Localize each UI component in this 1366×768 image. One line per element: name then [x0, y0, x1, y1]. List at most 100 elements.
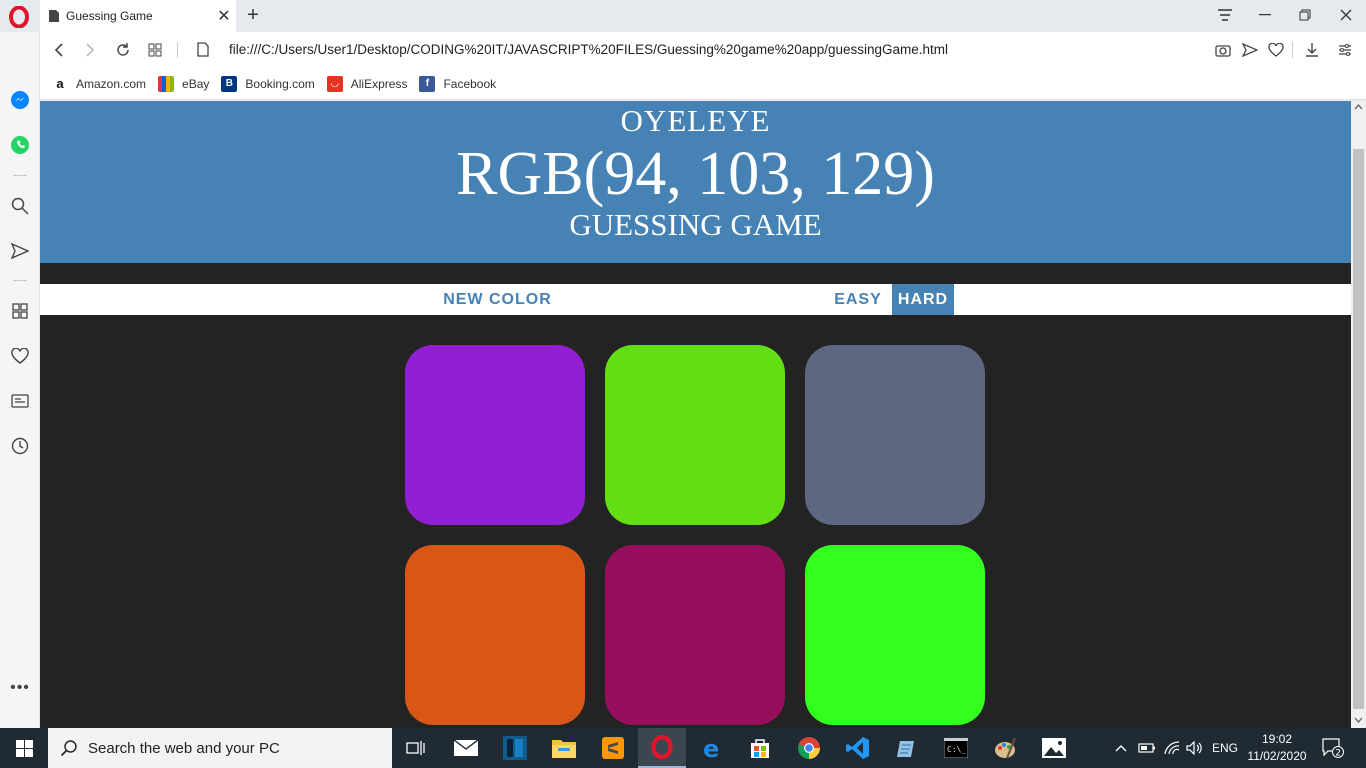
close-window-button[interactable] [1326, 0, 1366, 30]
bookmark-label: Facebook [443, 76, 497, 91]
scroll-down-icon[interactable] [1354, 717, 1363, 723]
bookmark-label: AliExpress [350, 76, 408, 91]
windows-taskbar: Search the web and your PC e C:\_ ENG 19… [0, 728, 1366, 768]
tab-title: Guessing Game [66, 9, 153, 23]
forward-button[interactable] [78, 38, 102, 62]
edge-icon[interactable]: e [688, 728, 736, 768]
url-field[interactable]: file:///C:/Users/User1/Desktop/CODING%20… [229, 42, 948, 57]
restore-button[interactable] [1285, 0, 1325, 30]
store-icon[interactable] [736, 728, 784, 768]
news-icon[interactable] [8, 389, 32, 413]
send-flow-icon[interactable] [8, 239, 32, 263]
color-square[interactable] [605, 545, 785, 725]
browser-sidebar: ••• [0, 32, 40, 728]
paint-icon[interactable] [981, 728, 1029, 768]
bookmark-booking[interactable]: B Booking.com [221, 75, 315, 92]
browser-tab[interactable]: Guessing Game ✕ [40, 0, 236, 32]
page-scrollbar[interactable] [1351, 101, 1366, 728]
notification-center-icon[interactable]: 2 [1322, 728, 1344, 768]
snapshot-icon[interactable] [1211, 38, 1235, 62]
search-placeholder: Search the web and your PC [88, 739, 280, 757]
start-button[interactable] [0, 728, 48, 768]
facebook-icon: f [419, 75, 436, 92]
color-square[interactable] [805, 345, 985, 525]
tab-strip: Guessing Game ✕ + [0, 0, 1366, 32]
wifi-icon[interactable] [1163, 728, 1181, 768]
color-square[interactable] [805, 545, 985, 725]
mail-app-icon[interactable] [442, 728, 490, 768]
new-color-button[interactable]: NEW COLOR [435, 284, 560, 315]
scroll-up-icon[interactable] [1354, 104, 1363, 110]
minimize-button[interactable] [1245, 0, 1285, 30]
bookmark-label: eBay [182, 76, 210, 91]
file-explorer-icon[interactable] [540, 728, 588, 768]
search-icon[interactable] [8, 194, 32, 218]
address-bar: file:///C:/Users/User1/Desktop/CODING%20… [40, 32, 1366, 68]
bookmark-label: Amazon.com [76, 76, 147, 91]
notification-count: 2 [1335, 748, 1341, 758]
page-icon [49, 10, 59, 22]
taskbar-search-box[interactable]: Search the web and your PC [48, 728, 392, 768]
command-prompt-icon[interactable]: C:\_ [932, 728, 980, 768]
tab-close-icon[interactable]: ✕ [212, 6, 236, 26]
address-separator [177, 42, 178, 58]
back-button[interactable] [47, 38, 71, 62]
new-tab-button[interactable]: + [242, 4, 264, 26]
rgb-display: RGB(94, 103, 129) [456, 140, 935, 208]
battery-icon[interactable] [1138, 728, 1156, 768]
hard-mode-button[interactable]: HARD [892, 284, 954, 315]
volume-icon[interactable] [1186, 728, 1204, 768]
photos-icon[interactable] [1030, 728, 1078, 768]
chrome-icon[interactable] [785, 728, 833, 768]
downloads-icon[interactable] [1300, 38, 1324, 62]
color-square[interactable] [605, 345, 785, 525]
more-icon[interactable]: ••• [8, 676, 32, 700]
opera-taskbar-icon[interactable] [638, 728, 686, 768]
show-hidden-icons[interactable] [1114, 728, 1128, 768]
bookmark-ebay[interactable]: eBay [158, 75, 210, 92]
sublime-text-icon[interactable] [589, 728, 637, 768]
bookmark-heart-icon[interactable] [1264, 38, 1288, 62]
whatsapp-icon[interactable] [8, 133, 32, 157]
page-info-icon[interactable] [197, 42, 209, 57]
bookmarks-heart-icon[interactable] [8, 344, 32, 368]
language-indicator[interactable]: ENG [1212, 728, 1238, 768]
tab-menu-icon[interactable] [1205, 0, 1245, 30]
page-viewport: OYELEYE RGB(94, 103, 129) GUESSING GAME … [40, 101, 1351, 728]
bookmark-aliexpress[interactable]: ◡ AliExpress [326, 75, 408, 92]
windows-logo-icon [15, 739, 33, 757]
color-square[interactable] [405, 345, 585, 525]
speed-dial-icon[interactable] [143, 38, 167, 62]
send-icon[interactable] [1238, 38, 1262, 62]
task-view-icon[interactable] [392, 728, 440, 768]
history-clock-icon[interactable] [8, 434, 32, 458]
bookmark-facebook[interactable]: f Facebook [419, 75, 497, 92]
bookmark-label: Booking.com [245, 76, 315, 91]
notepad-icon[interactable] [883, 728, 931, 768]
search-icon [60, 740, 77, 757]
clock-time: 19:02 [1261, 732, 1293, 746]
amazon-icon: a [52, 75, 68, 92]
easy-setup-icon[interactable] [1333, 38, 1357, 62]
clock[interactable]: 19:02 11/02/2020 [1246, 728, 1308, 768]
vscode-icon[interactable] [834, 728, 882, 768]
svg-text:C:\_: C:\_ [947, 745, 966, 754]
toolbar-separator [1292, 42, 1293, 58]
speed-dial-sidebar-icon[interactable] [8, 299, 32, 323]
game-header: OYELEYE RGB(94, 103, 129) GUESSING GAME [40, 101, 1351, 263]
bookmark-amazon[interactable]: a Amazon.com [52, 75, 147, 92]
sidebar-separator [13, 280, 27, 281]
booking-icon: B [221, 75, 238, 92]
color-square[interactable] [405, 545, 585, 725]
scroll-thumb[interactable] [1353, 149, 1364, 709]
easy-mode-button[interactable]: EASY [828, 284, 888, 315]
reader-app-icon[interactable] [491, 728, 539, 768]
ebay-icon [158, 75, 175, 92]
reload-button[interactable] [111, 38, 135, 62]
sidebar-separator [13, 175, 27, 176]
clock-date: 11/02/2020 [1247, 749, 1307, 763]
bookmarks-bar: a Amazon.com eBay B Booking.com ◡ AliExp… [40, 68, 1366, 100]
messenger-icon[interactable] [8, 88, 32, 112]
aliexpress-icon: ◡ [326, 75, 343, 92]
opera-logo-icon[interactable] [8, 5, 30, 29]
